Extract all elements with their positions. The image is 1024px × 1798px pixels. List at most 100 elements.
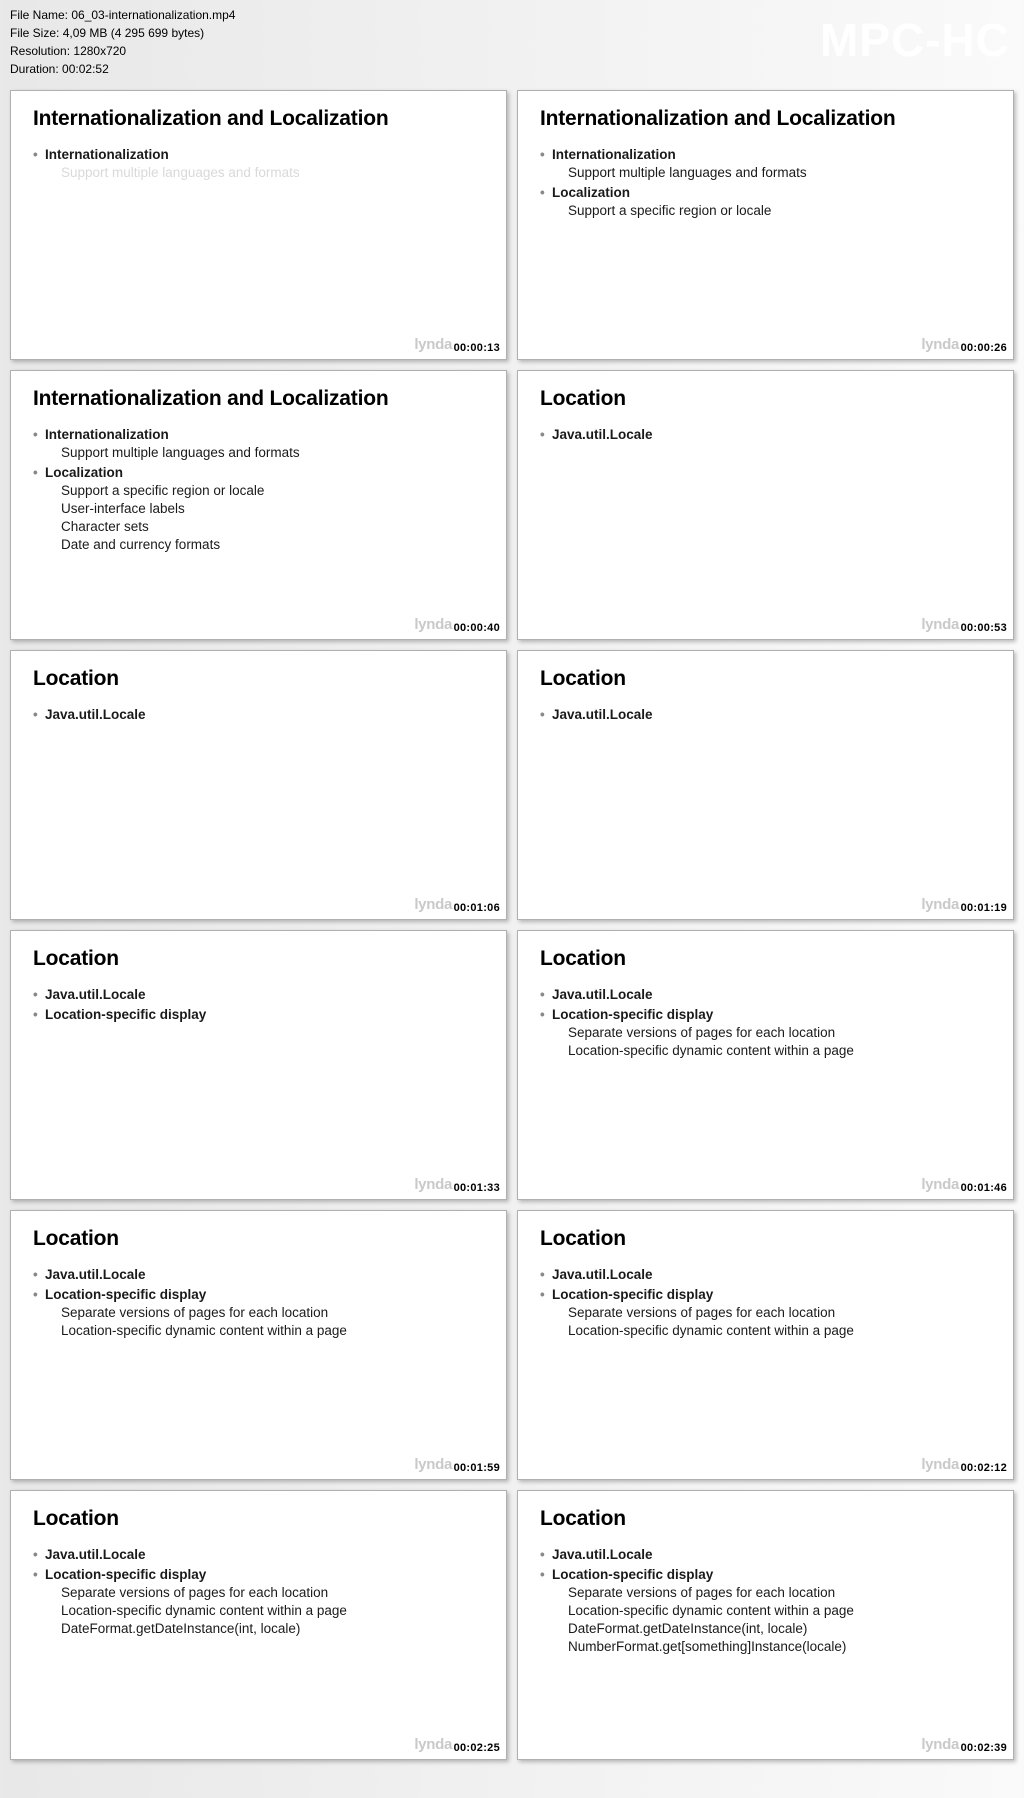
slide-bullets: Internationalization Support multiple lan…: [33, 427, 484, 552]
resolution-label: Resolution:: [10, 44, 70, 58]
file-info-header: MPC-HC File Name: 06_03-internationaliza…: [0, 0, 1024, 86]
slide-bullet: DateFormat.getDateInstance(int, locale): [33, 1621, 484, 1636]
slide-bullet: Location-specific display: [540, 1007, 991, 1022]
watermark-text: lynda: [414, 896, 452, 913]
timestamp-label: 00:01:06: [454, 902, 500, 914]
slide-title: Location: [540, 1227, 991, 1251]
slide-bullet: Separate versions of pages for each loca…: [540, 1585, 991, 1600]
timestamp-label: 00:02:25: [454, 1742, 500, 1754]
slide-bullets: Java.util.Locale: [540, 707, 991, 722]
slide-bullet: Separate versions of pages for each loca…: [540, 1025, 991, 1040]
timestamp-label: 00:00:53: [961, 622, 1007, 634]
slide-bullet: Location-specific dynamic content within…: [33, 1603, 484, 1618]
slide-bullet: Location-specific display: [33, 1007, 484, 1022]
slide-bullets: Internationalization Support multiple lan…: [540, 147, 991, 218]
slide-title: Location: [33, 667, 484, 691]
timestamp-label: 00:01:19: [961, 902, 1007, 914]
thumbnail-tile[interactable]: Location Java.util.Locale Location-specifi…: [10, 1490, 507, 1760]
slide-bullets: Java.util.Locale Location-specific displa…: [33, 1547, 484, 1636]
timestamp-label: 00:00:13: [454, 342, 500, 354]
slide-bullet: User-interface labels: [33, 501, 484, 516]
slide-bullet: Support multiple languages and formats: [540, 165, 991, 180]
slide-bullet: Separate versions of pages for each loca…: [540, 1305, 991, 1320]
slide-title: Location: [540, 387, 991, 411]
slide-bullet: Separate versions of pages for each loca…: [33, 1585, 484, 1600]
slide-bullet: Support multiple languages and formats: [33, 165, 484, 180]
slide-bullet: Location-specific display: [33, 1567, 484, 1582]
timestamp-label: 00:02:12: [961, 1462, 1007, 1474]
thumbnail-tile[interactable]: LocationJava.util.Localelynda00:01:19: [517, 650, 1014, 920]
thumbnail-tile[interactable]: Location Java.util.Locale Location-specifi…: [517, 1490, 1014, 1760]
slide-bullet: Localization: [33, 465, 484, 480]
slide-bullet: Location-specific dynamic content within…: [540, 1323, 991, 1338]
watermark-text: lynda: [921, 616, 959, 633]
thumbnail-tile[interactable]: Internationalization and Localization Int…: [10, 90, 507, 360]
slide-bullet: Java.util.Locale: [540, 1267, 991, 1282]
slide-bullet: Localization: [540, 185, 991, 200]
watermark-text: lynda: [414, 1456, 452, 1473]
slide-bullet: Java.util.Locale: [33, 707, 484, 722]
slide-bullets: Java.util.Locale Location-specific displa…: [33, 1267, 484, 1338]
duration-label: Duration:: [10, 62, 59, 76]
slide-bullet: Location-specific display: [540, 1287, 991, 1302]
timestamp-label: 00:00:40: [454, 622, 500, 634]
timestamp-label: 00:01:59: [454, 1462, 500, 1474]
slide-bullet: Location-specific dynamic content within…: [540, 1043, 991, 1058]
thumbnail-tile[interactable]: LocationJava.util.LocaleLocation-specifi…: [517, 930, 1014, 1200]
thumbnail-tile[interactable]: Internationalization and Localization Int…: [517, 90, 1014, 360]
slide-bullets: Java.util.LocaleLocation-specific displa…: [540, 987, 991, 1058]
watermark-text: lynda: [414, 1176, 452, 1193]
slide-title: Location: [540, 1507, 991, 1531]
app-title: MPC-HC: [820, 6, 1010, 75]
thumbnail-tile[interactable]: Location Java.util.LocaleLocation-specifi…: [10, 930, 507, 1200]
file-size-value: 4,09 MB (4 295 699 bytes): [63, 26, 204, 40]
resolution-value: 1280x720: [73, 44, 126, 58]
file-name-label: File Name:: [10, 8, 68, 22]
watermark-text: lynda: [921, 1176, 959, 1193]
slide-title: Internationalization and Localization: [33, 107, 484, 131]
slide-bullet: Location-specific dynamic content within…: [33, 1323, 484, 1338]
slide-bullets: Java.util.Locale: [33, 707, 484, 722]
timestamp-label: 00:02:39: [961, 1742, 1007, 1754]
slide-bullet: Java.util.Locale: [540, 427, 991, 442]
file-size-label: File Size:: [10, 26, 59, 40]
slide-title: Location: [33, 1227, 484, 1251]
slide-bullet: Java.util.Locale: [33, 1267, 484, 1282]
thumbnail-tile[interactable]: Location Java.util.Locale lynda00:01:06: [10, 650, 507, 920]
watermark-text: lynda: [921, 336, 959, 353]
slide-bullets: Java.util.LocaleLocation-specific displa…: [33, 987, 484, 1022]
timestamp-label: 00:00:26: [961, 342, 1007, 354]
slide-title: Location: [540, 667, 991, 691]
watermark-text: lynda: [414, 336, 452, 353]
watermark-text: lynda: [921, 1456, 959, 1473]
slide-bullet: Java.util.Locale: [540, 1547, 991, 1562]
file-name-value: 06_03-internationalization.mp4: [71, 8, 235, 22]
slide-bullet: Location-specific dynamic content within…: [540, 1603, 991, 1618]
slide-bullet: Internationalization: [33, 427, 484, 442]
thumbnail-tile[interactable]: Internationalization and LocalizationInt…: [10, 370, 507, 640]
timestamp-label: 00:01:46: [961, 1182, 1007, 1194]
thumbnail-tile[interactable]: Location Java.util.Locale Location-specifi…: [10, 1210, 507, 1480]
thumbnail-grid: Internationalization and Localization Int…: [0, 86, 1024, 1774]
thumbnail-tile[interactable]: Location Java.util.Locale Location-specifi…: [517, 1210, 1014, 1480]
slide-bullet: DateFormat.getDateInstance(int, locale): [540, 1621, 991, 1636]
slide-bullet: Internationalization: [33, 147, 484, 162]
slide-bullet: Location-specific display: [540, 1567, 991, 1582]
slide-title: Location: [33, 947, 484, 971]
slide-bullet: Separate versions of pages for each loca…: [33, 1305, 484, 1320]
slide-bullet: NumberFormat.get[something]Instance(loca…: [540, 1639, 991, 1654]
slide-bullet: Location-specific display: [33, 1287, 484, 1302]
slide-bullets: Java.util.Locale Location-specific displa…: [540, 1547, 991, 1654]
slide-bullet: Internationalization: [540, 147, 991, 162]
slide-title: Location: [33, 1507, 484, 1531]
slide-bullet: Support multiple languages and formats: [33, 445, 484, 460]
timestamp-label: 00:01:33: [454, 1182, 500, 1194]
slide-bullets: Internationalization Support multiple lan…: [33, 147, 484, 180]
slide-bullets: Java.util.Locale: [540, 427, 991, 442]
watermark-text: lynda: [414, 1736, 452, 1753]
thumbnail-tile[interactable]: Location Java.util.Locale lynda00:00:53: [517, 370, 1014, 640]
slide-bullets: Java.util.Locale Location-specific displa…: [540, 1267, 991, 1338]
slide-bullet: Date and currency formats: [33, 537, 484, 552]
slide-bullet: Java.util.Locale: [33, 1547, 484, 1562]
slide-title: Internationalization and Localization: [540, 107, 991, 131]
